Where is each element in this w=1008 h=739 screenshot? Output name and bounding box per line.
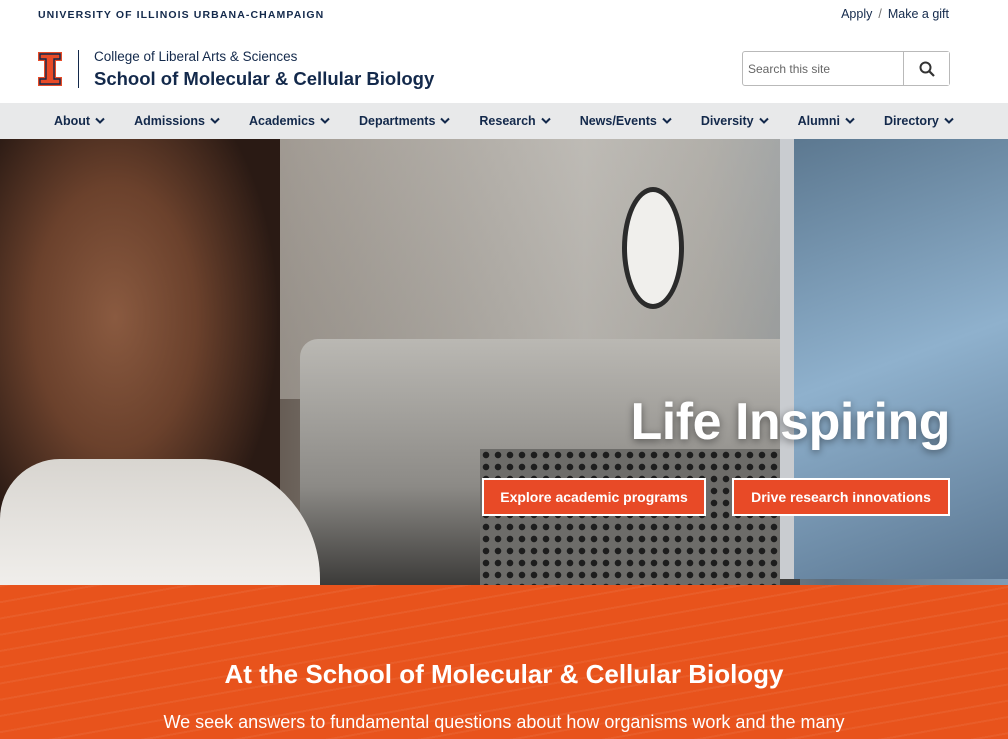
chevron-down-icon xyxy=(944,117,954,124)
college-name[interactable]: College of Liberal Arts & Sciences xyxy=(94,49,297,64)
nav-label: Alumni xyxy=(797,114,840,128)
header-divider xyxy=(78,50,79,88)
nav-directory[interactable]: Directory xyxy=(884,114,954,128)
nav-alumni[interactable]: Alumni xyxy=(798,114,855,128)
nav-label: News/Events xyxy=(579,114,657,128)
hero-photo-clock xyxy=(622,187,684,309)
nav-label: Departments xyxy=(358,114,436,128)
chevron-down-icon xyxy=(440,117,451,124)
school-name[interactable]: School of Molecular & Cellular Biology xyxy=(94,68,434,90)
nav-departments[interactable]: Departments xyxy=(358,114,451,128)
nav-label: Admissions xyxy=(134,114,205,128)
chevron-down-icon xyxy=(845,117,855,124)
nav-label: Research xyxy=(479,114,536,128)
nav-research[interactable]: Research xyxy=(479,114,551,128)
chevron-down-icon xyxy=(210,117,220,124)
make-a-gift-link[interactable]: Make a gift xyxy=(888,7,949,21)
chevron-down-icon xyxy=(320,117,330,124)
intro-heading: At the School of Molecular & Cellular Bi… xyxy=(224,659,784,689)
nav-diversity[interactable]: Diversity xyxy=(701,114,769,128)
nav-academics[interactable]: Academics xyxy=(249,114,330,128)
search-input[interactable] xyxy=(743,52,903,85)
top-utility-bar: UNIVERSITY OF ILLINOIS URBANA-CHAMPAIGN … xyxy=(0,0,1008,32)
apply-link[interactable]: Apply xyxy=(841,7,872,21)
site-search xyxy=(742,51,950,86)
block-i-logo-icon[interactable] xyxy=(38,52,62,86)
drive-research-innovations-button[interactable]: Drive research innovations xyxy=(732,478,950,516)
chevron-down-icon xyxy=(758,117,769,124)
nav-news-events[interactable]: News/Events xyxy=(580,114,672,128)
hero-title: Life Inspiring xyxy=(630,393,951,451)
link-separator: / xyxy=(878,7,882,21)
chevron-down-icon xyxy=(95,117,105,124)
university-wordmark[interactable]: UNIVERSITY OF ILLINOIS URBANA-CHAMPAIGN xyxy=(38,9,324,21)
site-header: College of Liberal Arts & Sciences Schoo… xyxy=(0,32,1008,103)
intro-text: We seek answers to fundamental questions… xyxy=(163,712,845,732)
nav-label: Academics xyxy=(248,114,315,128)
utility-links: Apply / Make a gift xyxy=(841,7,949,21)
search-button[interactable] xyxy=(903,52,949,85)
nav-label: Directory xyxy=(884,114,939,128)
nav-admissions[interactable]: Admissions xyxy=(134,114,220,128)
hero-photo-equipment-grille xyxy=(480,449,780,585)
hero-banner: Life Inspiring Explore academic programs… xyxy=(0,139,1008,585)
intro-band: At the School of Molecular & Cellular Bi… xyxy=(0,585,1008,739)
search-icon xyxy=(919,61,935,77)
nav-label: Diversity xyxy=(700,114,754,128)
chevron-down-icon xyxy=(662,117,672,124)
chevron-down-icon xyxy=(540,117,551,124)
main-navigation: About Admissions Academics Departments R… xyxy=(0,103,1008,139)
nav-about[interactable]: About xyxy=(54,114,105,128)
explore-academic-programs-button[interactable]: Explore academic programs xyxy=(482,478,706,516)
nav-label: About xyxy=(54,114,91,128)
